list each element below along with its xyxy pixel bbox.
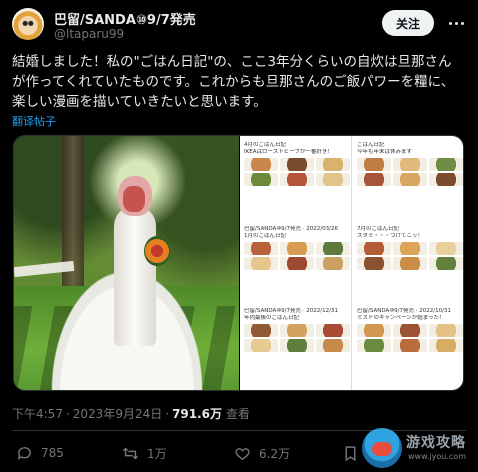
food-photo bbox=[244, 173, 278, 186]
more-options-icon[interactable] bbox=[446, 13, 466, 33]
food-photo bbox=[429, 339, 463, 352]
view-label: 查看 bbox=[225, 407, 250, 421]
food-diary-subcaption: IKEAはローストビーフが一番好き！ bbox=[244, 149, 333, 155]
food-photo-grid bbox=[357, 324, 463, 352]
avatar[interactable] bbox=[12, 8, 44, 40]
food-photo bbox=[429, 242, 463, 255]
food-diary-caption: 巴留/SANDA⑩9/7発売 · 2022/03/26 bbox=[244, 226, 338, 232]
food-diary-entry: 巴留/SANDA⑩9/7発売 · 2022/10/31 ミスドのキャンペーンが始ま… bbox=[357, 308, 463, 352]
food-diary-subcaption: 今年も年末は休みます bbox=[357, 149, 413, 155]
food-diary-image[interactable]: 4月のごはん日記 IKEAはローストビーフが一番好き！ 巴留/SANDA⑩9/7発売… bbox=[240, 136, 463, 390]
food-photo bbox=[429, 173, 463, 186]
food-diary-subcaption: スタミ・・・つけてこッ！ bbox=[357, 233, 424, 239]
food-photo-grid bbox=[244, 242, 350, 270]
food-photo-grid bbox=[357, 158, 463, 186]
watermark-logo-icon bbox=[362, 428, 402, 468]
like-button[interactable]: 6.2万 bbox=[234, 442, 290, 464]
food-diary-left-column: 4月のごはん日記 IKEAはローストビーフが一番好き！ 巴留/SANDA⑩9/7発売… bbox=[240, 136, 352, 390]
food-photo bbox=[357, 242, 391, 255]
post-meta: 下午4:57 · 2023年9月24日 · 791.6万 查看 bbox=[12, 407, 250, 421]
food-photo bbox=[429, 324, 463, 337]
reply-count: 785 bbox=[41, 446, 64, 460]
food-photo bbox=[393, 339, 427, 352]
repost-count: 1万 bbox=[147, 446, 167, 461]
author-name[interactable]: 巴留/SANDA⑩9/7発売 bbox=[54, 9, 196, 28]
food-photo bbox=[393, 257, 427, 270]
food-photo-grid bbox=[357, 242, 463, 270]
food-photo-grid bbox=[244, 158, 350, 186]
food-diary-entry: 7月のごはん日記 スタミ・・・つけてこッ！ bbox=[357, 226, 463, 270]
author-handle[interactable]: @ltaparu99 bbox=[54, 27, 124, 41]
food-photo bbox=[357, 324, 391, 337]
food-photo bbox=[393, 173, 427, 186]
repost-icon bbox=[122, 447, 139, 459]
food-diary-entry: 4月のごはん日記 IKEAはローストビーフが一番好き！ bbox=[244, 142, 350, 186]
photo-bride bbox=[114, 206, 156, 346]
food-photo bbox=[244, 257, 278, 270]
watermark-text: 游戏攻略 bbox=[406, 435, 466, 451]
tweet-line: 結婚しました！私の"ごはん日記"の、ここ3年分くらいの自炊は旦那さん bbox=[12, 54, 452, 70]
food-photo bbox=[316, 324, 350, 337]
site-watermark: 游戏攻略 www.jyou.com bbox=[362, 428, 472, 468]
food-photo bbox=[316, 173, 350, 186]
food-diary-subcaption: 年内最後のごはん日記 bbox=[244, 315, 300, 321]
food-photo bbox=[316, 158, 350, 171]
food-diary-caption: 4月のごはん日記 bbox=[244, 142, 286, 148]
food-diary-caption: 巴留/SANDA⑩9/7発売 · 2022/10/31 bbox=[357, 308, 451, 314]
food-photo bbox=[429, 257, 463, 270]
food-diary-entry: 巴留/SANDA⑩9/7発売 · 2022/03/26 1月のごはん日記 bbox=[244, 226, 350, 270]
food-photo bbox=[393, 324, 427, 337]
reply-icon bbox=[17, 446, 31, 460]
food-photo bbox=[280, 257, 314, 270]
food-photo bbox=[244, 242, 278, 255]
food-photo bbox=[280, 339, 314, 352]
food-photo bbox=[316, 242, 350, 255]
food-photo bbox=[429, 158, 463, 171]
follow-button[interactable]: 关注 bbox=[382, 10, 434, 36]
watermark-url: www.jyou.com bbox=[408, 452, 466, 461]
tweet-text: 結婚しました！私の"ごはん日記"の、ここ3年分くらいの自炊は旦那さん が作ってく… bbox=[12, 52, 468, 112]
food-photo bbox=[244, 324, 278, 337]
food-photo bbox=[244, 339, 278, 352]
post-date[interactable]: 2023年9月24日 bbox=[73, 407, 162, 421]
bookmark-icon bbox=[345, 445, 356, 461]
food-photo bbox=[357, 158, 391, 171]
tweet-line: が作ってくれていたものです。これからも旦那さんのご飯パワーを糧に、 bbox=[12, 74, 455, 90]
wedding-photo[interactable] bbox=[14, 136, 239, 390]
food-diary-entry: 巴留/SANDA⑩9/7発売 · 2022/12/31 年内最後のごはん日記 bbox=[244, 308, 350, 352]
food-diary-entry: ごはん日記 今年も年末は休みます bbox=[357, 142, 463, 186]
food-diary-subcaption: 1月のごはん日記 bbox=[244, 233, 286, 239]
food-photo bbox=[357, 257, 391, 270]
food-photo bbox=[244, 158, 278, 171]
food-photo-grid bbox=[244, 324, 350, 352]
food-photo bbox=[393, 242, 427, 255]
food-photo bbox=[280, 173, 314, 186]
food-photo bbox=[280, 242, 314, 255]
food-photo bbox=[357, 339, 391, 352]
view-count: 791.6万 bbox=[172, 407, 223, 421]
translate-post-link[interactable]: 翻译帖子 bbox=[12, 113, 56, 129]
food-diary-subcaption: ミスドのキャンペーンが始まった！ bbox=[357, 315, 445, 321]
photo-bouquet bbox=[144, 236, 170, 266]
repost-button[interactable]: 1万 bbox=[122, 442, 167, 464]
post-time[interactable]: 下午4:57 bbox=[12, 407, 63, 421]
food-photo bbox=[280, 324, 314, 337]
food-diary-caption: 巴留/SANDA⑩9/7発売 · 2022/12/31 bbox=[244, 308, 338, 314]
media-grid: 4月のごはん日記 IKEAはローストビーフが一番好き！ 巴留/SANDA⑩9/7発売… bbox=[13, 135, 464, 391]
tweet-line: 楽しい漫画を描いていきたいと思います。 bbox=[12, 94, 267, 110]
food-photo bbox=[316, 257, 350, 270]
reply-button[interactable]: 785 bbox=[16, 442, 64, 464]
food-diary-caption: 7月のごはん日記 bbox=[357, 226, 399, 232]
food-photo bbox=[393, 158, 427, 171]
food-photo bbox=[316, 339, 350, 352]
food-photo bbox=[357, 173, 391, 186]
food-photo bbox=[280, 158, 314, 171]
photo-mask bbox=[123, 186, 145, 212]
food-diary-right-column: ごはん日記 今年も年末は休みます 7月のごはん日記 スタミ・・・つけてこッ！ 巴留/SA… bbox=[353, 136, 463, 390]
heart-icon bbox=[235, 447, 250, 460]
tweet-header: 巴留/SANDA⑩9/7発売 @ltaparu99 关注 bbox=[12, 6, 466, 46]
food-diary-caption: ごはん日記 bbox=[357, 142, 385, 148]
like-count: 6.2万 bbox=[259, 446, 291, 461]
